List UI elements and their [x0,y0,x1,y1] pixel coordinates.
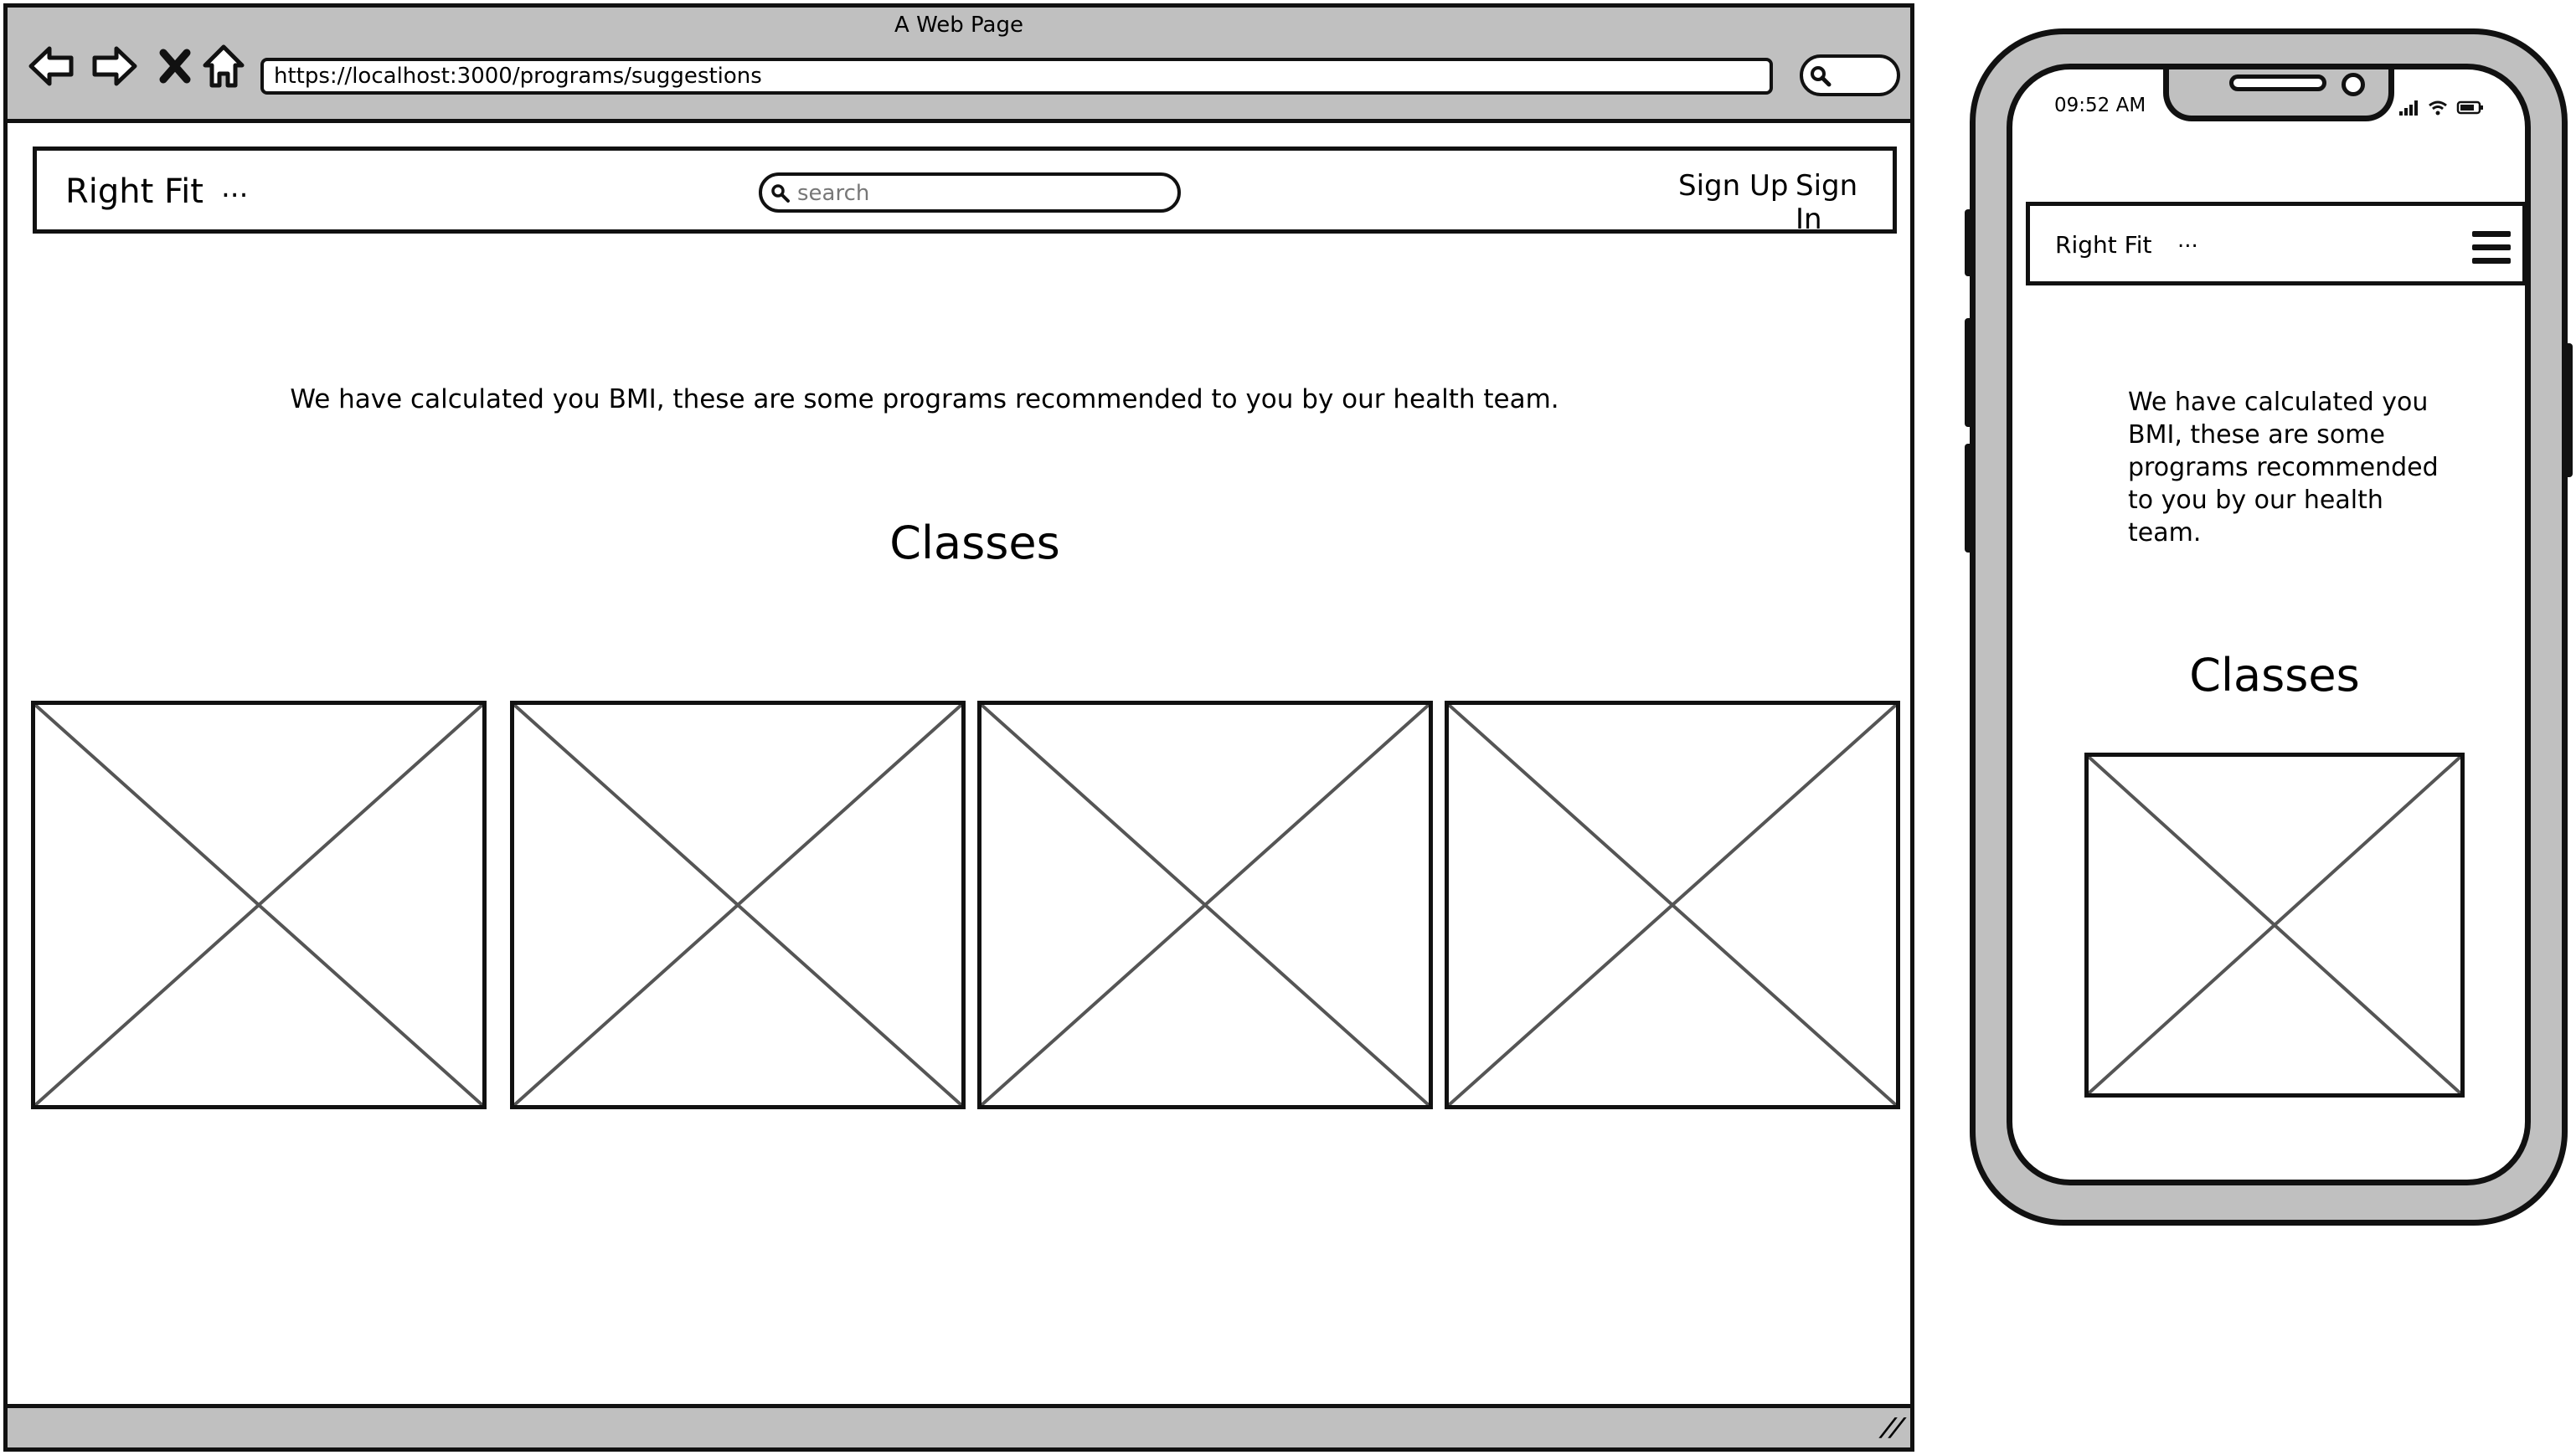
url-bar[interactable]: https://localhost:3000/programs/suggesti… [260,58,1773,95]
search-icon [771,184,790,203]
bmi-message: We have calculated you BMI, these are so… [290,384,1559,414]
resize-grip-icon[interactable]: // [1877,1413,1909,1442]
site-header: Right Fit ... Sign Up Sign In [33,147,1897,236]
search-input[interactable] [796,176,1167,211]
browser-status-bar: // [8,1404,1910,1447]
hamburger-menu-icon[interactable] [2472,231,2511,265]
classes-heading: Classes [889,517,1060,569]
home-icon[interactable] [197,39,250,93]
wifi-icon [2429,100,2447,116]
back-arrow-icon[interactable] [24,39,78,93]
class-image-placeholder[interactable] [1445,701,1900,1109]
status-icons [2399,98,2500,120]
status-time: 09:52 AM [2054,95,2146,116]
sign-up-link[interactable]: Sign Up [1678,169,1788,203]
battery-icon [2456,100,2483,115]
window-title: A Web Page [894,13,1023,38]
class-image-placeholder[interactable] [977,701,1433,1109]
brand-ellipsis: ... [2177,228,2198,253]
site-search-box[interactable] [759,172,1181,213]
class-image-placeholder[interactable] [2084,753,2465,1098]
speaker-grille [2229,75,2326,91]
close-x-icon[interactable] [148,39,202,93]
classes-heading: Classes [2189,649,2360,702]
class-image-placeholder[interactable] [510,701,966,1109]
signal-icon [2399,100,2418,116]
phone-notch [2163,69,2394,121]
brand-logo[interactable]: Right Fit [2055,231,2151,259]
mobile-site-header: Right Fit ... [2026,202,2525,285]
sign-in-link[interactable]: Sign In [1795,169,1893,236]
browser-search-button[interactable] [1800,54,1900,96]
forward-arrow-icon[interactable] [88,39,142,93]
bmi-message: We have calculated you BMI, these are so… [2128,388,2439,548]
camera-icon [2342,73,2365,96]
browser-toolbar: A Web Page https://localhost:3000/progra… [8,8,1910,123]
mobile-screen: 09:52 AM Right Fit ... We have calculate… [2007,64,2531,1185]
class-image-placeholder[interactable] [31,701,487,1109]
desktop-browser-window: A Web Page https://localhost:3000/progra… [3,3,1914,1452]
brand-ellipsis: ... [221,171,249,204]
brand-logo[interactable]: Right Fit [65,172,204,211]
search-icon [1811,66,1832,87]
